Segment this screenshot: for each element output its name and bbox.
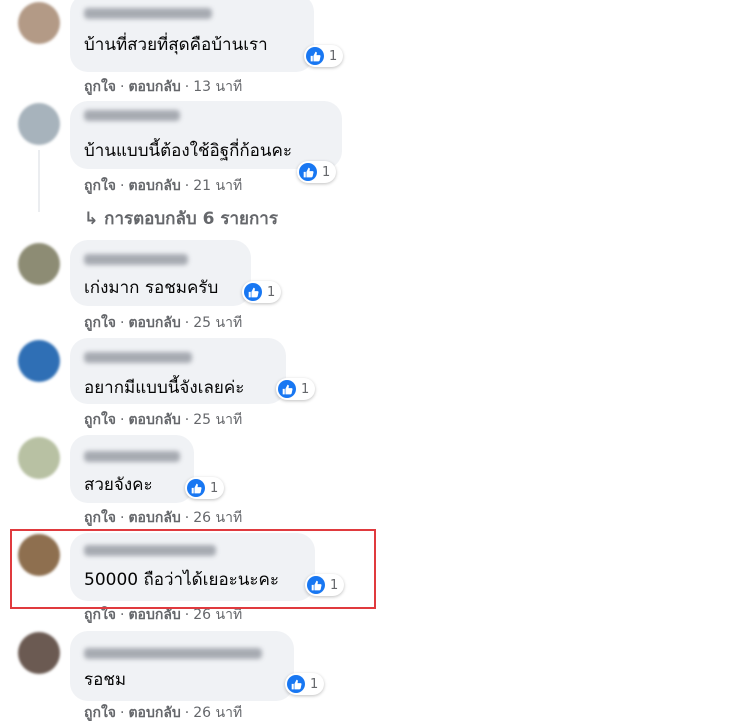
like-icon xyxy=(244,283,262,301)
reaction-badge[interactable]: 1 xyxy=(185,477,225,499)
author-name-blurred[interactable] xyxy=(84,254,188,265)
like-button[interactable]: ถูกใจ xyxy=(84,705,116,721)
author-name-blurred[interactable] xyxy=(84,352,192,363)
like-icon xyxy=(306,47,324,65)
reaction-badge[interactable]: 1 xyxy=(304,45,344,67)
comment-bubble: เก่งมาก รอชมครับ xyxy=(70,240,251,306)
reaction-badge[interactable]: 1 xyxy=(242,281,282,303)
separator: · xyxy=(120,607,125,623)
comment-actions: ถูกใจ · ตอบกลับ · 26 นาที xyxy=(84,704,242,722)
avatar[interactable] xyxy=(18,103,60,145)
like-icon xyxy=(299,163,317,181)
view-replies-link[interactable]: ↳ การตอบกลับ 6 รายการ xyxy=(84,205,278,232)
separator: · xyxy=(120,510,125,526)
comment-text: เก่งมาก รอชมครับ xyxy=(84,278,219,298)
timestamp[interactable]: 13 นาที xyxy=(193,79,242,95)
comment-actions: ถูกใจ · ตอบกลับ · 25 นาที xyxy=(84,314,242,332)
thread-line xyxy=(38,150,40,212)
like-count: 1 xyxy=(322,164,331,180)
timestamp[interactable]: 21 นาที xyxy=(193,178,242,194)
comment-text: บ้านที่สวยที่สุดคือบ้านเรา xyxy=(84,35,268,55)
comment-bubble: อยากมีแบบนี้จังเลยค่ะ xyxy=(70,338,286,404)
timestamp[interactable]: 25 นาที xyxy=(193,315,242,331)
reply-button[interactable]: ตอบกลับ xyxy=(128,510,180,526)
separator: · xyxy=(120,178,125,194)
like-count: 1 xyxy=(310,676,319,692)
like-count: 1 xyxy=(301,381,310,397)
author-name-blurred[interactable] xyxy=(84,110,180,121)
author-name-blurred[interactable] xyxy=(84,648,262,659)
like-count: 1 xyxy=(267,284,276,300)
like-icon xyxy=(278,380,296,398)
timestamp[interactable]: 26 นาที xyxy=(193,510,242,526)
like-button[interactable]: ถูกใจ xyxy=(84,412,116,428)
separator: · xyxy=(120,705,125,721)
avatar[interactable] xyxy=(18,437,60,479)
reply-button[interactable]: ตอบกลับ xyxy=(128,412,180,428)
separator: · xyxy=(120,79,125,95)
timestamp[interactable]: 26 นาที xyxy=(193,607,242,623)
separator: · xyxy=(120,412,125,428)
like-button[interactable]: ถูกใจ xyxy=(84,315,116,331)
separator: · xyxy=(184,607,190,623)
comment-actions: ถูกใจ · ตอบกลับ · 25 นาที xyxy=(84,411,242,429)
avatar[interactable] xyxy=(18,243,60,285)
comment-bubble: รอชม xyxy=(70,631,294,701)
separator: · xyxy=(120,315,125,331)
reply-button[interactable]: ตอบกลับ xyxy=(128,607,180,623)
reply-button[interactable]: ตอบกลับ xyxy=(128,178,180,194)
like-count: 1 xyxy=(329,48,338,64)
comment-text: รอชม xyxy=(84,670,127,690)
like-button[interactable]: ถูกใจ xyxy=(84,178,116,194)
timestamp[interactable]: 25 นาที xyxy=(193,412,242,428)
comment-actions: ถูกใจ · ตอบกลับ · 26 นาที xyxy=(84,509,242,527)
separator: · xyxy=(184,79,190,95)
timestamp[interactable]: 26 นาที xyxy=(193,705,242,721)
reaction-badge[interactable]: 1 xyxy=(285,673,325,695)
comment-bubble: บ้านแบบนี้ต้องใช้อิฐกี่ก้อนคะ xyxy=(70,101,342,169)
comment-bubble: บ้านที่สวยที่สุดคือบ้านเรา xyxy=(70,0,314,72)
comment-actions: ถูกใจ · ตอบกลับ · 13 นาที xyxy=(84,78,242,96)
like-count: 1 xyxy=(210,480,219,496)
reaction-badge[interactable]: 1 xyxy=(297,161,337,183)
reply-button[interactable]: ตอบกลับ xyxy=(128,315,180,331)
separator: · xyxy=(184,510,190,526)
comment-text: อยากมีแบบนี้จังเลยค่ะ xyxy=(84,378,245,398)
separator: · xyxy=(184,412,190,428)
avatar[interactable] xyxy=(18,340,60,382)
author-name-blurred[interactable] xyxy=(84,8,212,19)
like-icon xyxy=(187,479,205,497)
like-button[interactable]: ถูกใจ xyxy=(84,510,116,526)
separator: · xyxy=(184,705,190,721)
highlight-box xyxy=(10,529,376,609)
comment-actions: ถูกใจ · ตอบกลับ · 21 นาที xyxy=(84,177,242,195)
like-icon xyxy=(287,675,305,693)
like-button[interactable]: ถูกใจ xyxy=(84,607,116,623)
reply-button[interactable]: ตอบกลับ xyxy=(128,79,180,95)
comment-text: บ้านแบบนี้ต้องใช้อิฐกี่ก้อนคะ xyxy=(84,141,293,161)
avatar[interactable] xyxy=(18,2,60,44)
author-name-blurred[interactable] xyxy=(84,451,180,462)
comment-bubble: สวยจังคะ xyxy=(70,435,194,503)
like-button[interactable]: ถูกใจ xyxy=(84,79,116,95)
separator: · xyxy=(184,315,190,331)
reply-button[interactable]: ตอบกลับ xyxy=(128,705,180,721)
comment-text: สวยจังคะ xyxy=(84,475,153,495)
reaction-badge[interactable]: 1 xyxy=(276,378,316,400)
separator: · xyxy=(184,178,190,194)
avatar[interactable] xyxy=(18,632,60,674)
